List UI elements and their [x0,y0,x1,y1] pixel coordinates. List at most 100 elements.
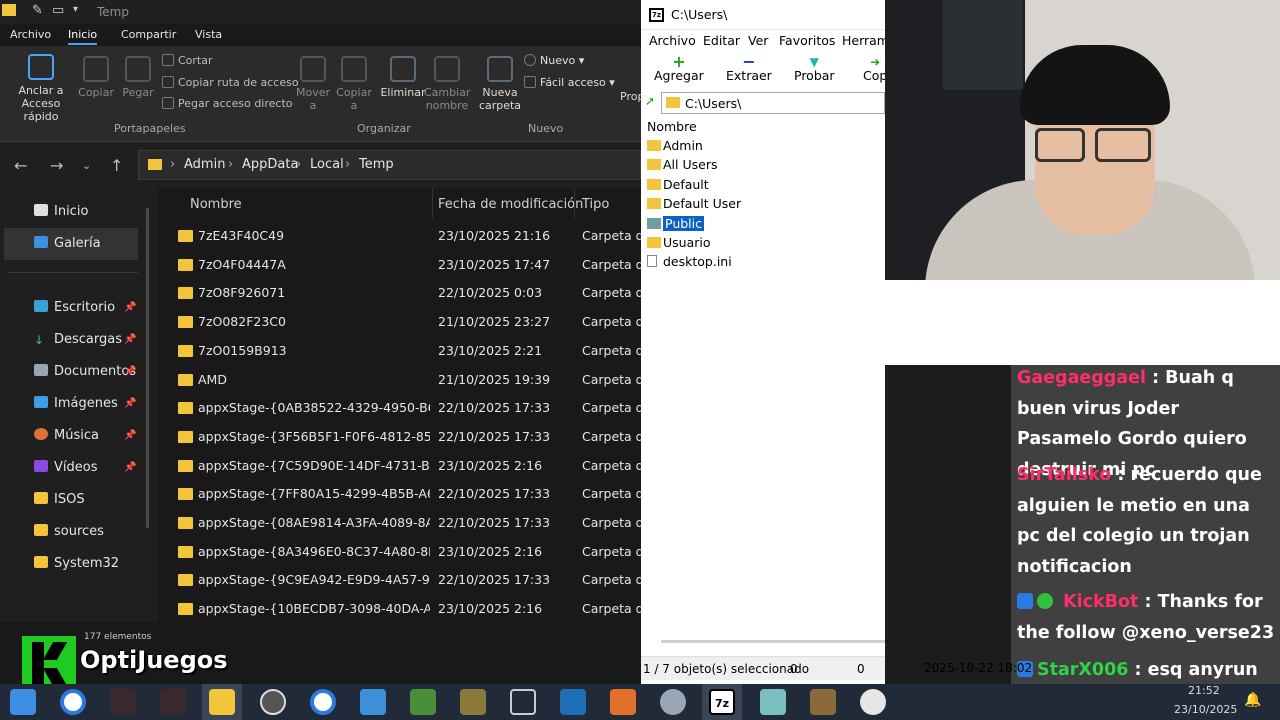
table-row[interactable]: 7zO8F926071 22/10/2025 0:03 Carpeta de [160,279,641,307]
new-folder-quick-icon[interactable]: ▭ [52,3,64,18]
file-explorer-icon[interactable] [209,689,235,715]
table-row[interactable]: appxStage-{08AE9814-A3FA-4089-8A8F-... 22… [160,509,641,537]
paste-shortcut-button[interactable]: Pegar acceso directo [162,97,293,110]
table-row[interactable]: 7zO0159B913 23/10/2025 2:21 Carpeta de [160,337,641,365]
up-arrow-icon[interactable]: ↑ [110,156,123,175]
sz-list-item[interactable]: Default [647,177,709,192]
sz-column-name[interactable]: Nombre [647,119,697,134]
notepad-icon[interactable] [410,689,436,715]
table-row[interactable]: appxStage-{0AB38522-4329-4950-B625-... 22… [160,394,641,422]
start-windows-icon[interactable] [10,689,36,715]
table-row[interactable]: appxStage-{9C9EA942-E9D9-4A57-9D8A... 22/… [160,566,641,594]
breadcrumb-appdata[interactable]: AppData [242,157,298,172]
rename-button[interactable]: Cambiar nombre [424,56,470,112]
nav-item-system32[interactable]: System32 [34,556,119,571]
chrome-icon[interactable] [310,689,336,715]
horizontal-scrollbar[interactable] [661,640,885,643]
sz-list-item[interactable]: Admin [647,138,703,153]
nav-item-imagenes[interactable]: Imágenes [34,396,118,411]
up-folder-icon[interactable]: ➚ [645,94,655,108]
nav-item-descargas[interactable]: ↓ Descargas [34,332,122,347]
easy-access-button[interactable]: Fácil acceso ▾ [524,76,615,89]
breadcrumb-temp[interactable]: Temp [359,157,394,172]
app-icon[interactable] [160,689,186,715]
test-button[interactable]: ▼ Probar [794,56,835,83]
delete-button[interactable]: Eliminar [380,56,426,99]
sz-menu-editar[interactable]: Editar [703,33,740,48]
app-icon[interactable] [610,689,636,715]
nav-scrollbar[interactable] [146,208,149,528]
table-row[interactable]: appxStage-{3F56B5F1-F0F6-4812-85D5-... 22… [160,423,641,451]
sz-list-item[interactable]: All Users [647,157,717,172]
properties-icon[interactable]: ✎ [32,3,43,18]
breadcrumb-local[interactable]: Local [310,157,344,172]
move-to-button[interactable]: Mover a [292,56,334,112]
nav-item-isos[interactable]: ISOS [34,492,85,507]
recent-chevron-icon[interactable]: ⌄ [82,159,91,172]
sevenzip-taskbar-icon[interactable]: 7z [709,689,735,715]
settings-icon[interactable] [660,689,686,715]
column-date[interactable]: Fecha de modificación [438,197,583,212]
paste-button[interactable]: Pegar [120,56,156,99]
column-type[interactable]: Tipo [582,197,609,212]
table-row[interactable]: appxStage-{8A3496E0-8C37-4A80-8B94-... 23… [160,538,641,566]
nav-item-sources[interactable]: sources [34,524,104,539]
menu-compartir[interactable]: Compartir [121,28,176,41]
app-icon[interactable] [110,689,136,715]
nav-item-galeria[interactable]: Galería [34,236,101,251]
extract-button[interactable]: − Extraer [726,54,772,84]
path-input[interactable]: C:\Users\ [661,92,885,114]
breadcrumb-admin[interactable]: Admin [184,157,225,172]
paint-icon[interactable] [460,689,486,715]
notification-bell-icon[interactable]: 🔔 [1244,692,1261,708]
add-button[interactable]: + Agregar [654,54,704,84]
forward-arrow-icon[interactable]: → [50,156,63,175]
table-row[interactable]: appxStage-{7C59D90E-14DF-4731-BCC2... 23/… [160,452,641,480]
steam-icon[interactable] [260,689,286,715]
chrome-icon[interactable] [60,689,86,715]
table-row[interactable]: appxStage-{10BECDB7-3098-40DA-AA6... 23/1… [160,595,641,622]
back-arrow-icon[interactable]: ← [14,156,27,175]
menu-archivo[interactable]: Archivo [10,28,51,41]
cut-button[interactable]: Cortar [162,54,213,67]
menu-vista[interactable]: Vista [195,28,222,41]
taskbar-time[interactable]: 21:52 [1188,684,1220,697]
copy-button[interactable]: Copiar [78,56,114,99]
table-row[interactable]: 7zO4F04447A 23/10/2025 17:47 Carpeta de [160,251,641,279]
lock-icon[interactable] [810,689,836,715]
column-divider[interactable] [432,188,433,218]
table-row[interactable]: 7zE43F40C49 23/10/2025 21:16 Carpeta de [160,222,641,250]
table-row[interactable]: 7zO082F23C0 21/10/2025 23:27 Carpeta de [160,308,641,336]
column-divider[interactable] [574,188,575,218]
copy-button[interactable]: ➜ Cop [863,56,887,83]
nav-item-musica[interactable]: Música [34,428,99,443]
sz-list-item[interactable]: Default User [647,196,741,211]
nav-item-inicio[interactable]: Inicio [34,204,88,219]
menu-inicio[interactable]: Inicio [68,28,98,45]
copy-path-button[interactable]: Copiar ruta de acceso [162,76,299,89]
sz-menu-ver[interactable]: Ver [748,33,768,48]
address-bar[interactable]: › Admin › AppData › Local › Temp [138,150,641,180]
sz-list-item[interactable]: Usuario [647,235,711,250]
nav-item-documentos[interactable]: Documentos [34,364,136,379]
new-folder-button[interactable]: Nueva carpeta [478,56,522,112]
table-row[interactable]: AMD 21/10/2025 19:39 Carpeta de [160,366,641,394]
sz-menu-favoritos[interactable]: Favoritos [779,33,835,48]
pin-quick-access-button[interactable]: Anclar a Acceso rápido [6,54,76,123]
nav-item-videos[interactable]: Vídeos [34,460,97,475]
column-name[interactable]: Nombre [190,197,242,212]
table-row[interactable]: appxStage-{7FF80A15-4299-4B5B-A6A1-... 22… [160,480,641,508]
virtualbox-icon[interactable] [510,689,536,715]
new-item-button[interactable]: Nuevo ▾ [524,54,584,67]
nav-item-escritorio[interactable]: Escritorio [34,300,115,315]
clock-icon[interactable] [860,689,886,715]
sz-menu-archivo[interactable]: Archivo [649,33,696,48]
chevron-down-icon[interactable]: ▾ [73,4,78,15]
taskbar-date[interactable]: 23/10/2025 [1174,703,1237,716]
eraser-icon[interactable] [760,689,786,715]
sz-list-item[interactable]: desktop.ini [647,254,732,269]
photos-icon[interactable] [360,689,386,715]
sz-list-item[interactable]: Public [647,215,704,231]
copy-to-button[interactable]: Copiar a [334,56,374,112]
remote-icon[interactable] [560,689,586,715]
